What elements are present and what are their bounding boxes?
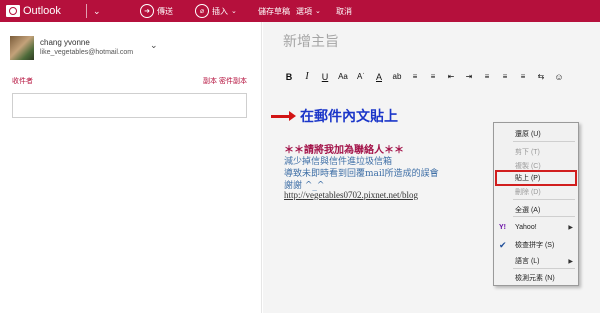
to-input[interactable] <box>12 93 247 118</box>
to-label[interactable]: 收件者 <box>12 76 33 86</box>
menu-item-label: 檢查拼字 (S) <box>515 242 555 249</box>
submenu-arrow-icon: ▶ <box>568 258 573 265</box>
account-name: chang yvonne <box>40 38 90 47</box>
cancel-button[interactable]: 取消 <box>336 0 352 22</box>
menu-item-label: 複製 (C) <box>515 163 541 170</box>
font-size-button[interactable]: Aa <box>334 70 352 84</box>
highlight-button[interactable]: ab <box>388 70 406 84</box>
save-draft-button[interactable]: 儲存草稿 <box>258 0 290 22</box>
menu-item-cut[interactable]: 剪下 (T) <box>494 145 578 159</box>
account-email: like_vegetables@hotmail.com <box>40 49 134 56</box>
app-brand[interactable]: Outlook <box>23 0 61 22</box>
menu-item-label: 檢測元素 (N) <box>515 275 555 282</box>
arrow-shaft <box>271 114 289 118</box>
menu-item-label: 還原 (U) <box>515 131 541 138</box>
send-icon: ➜ <box>140 4 154 18</box>
menu-item-yahoo[interactable]: Yahoo! Y! ▶ <box>494 220 578 234</box>
recipient-pane: chang yvonne like_vegetables@hotmail.com… <box>0 22 262 313</box>
insert-label: 插入 <box>212 6 228 16</box>
numbering-button[interactable]: ≡ <box>424 70 442 84</box>
menu-item-label: 貼上 (P) <box>515 175 541 182</box>
menu-item-undo[interactable]: 還原 (U) <box>494 127 578 141</box>
avatar[interactable] <box>10 36 34 60</box>
align-left-button[interactable]: ≡ <box>478 70 496 84</box>
body-heading[interactable]: 在郵件內文貼上 <box>300 106 398 126</box>
text-direction-button[interactable]: ⇆ <box>532 70 550 84</box>
yahoo-icon: Y! <box>499 223 506 231</box>
insert-button[interactable]: ⌀ 插入 ⌄ <box>195 0 237 22</box>
underline-button[interactable]: U <box>316 70 334 84</box>
font-color-button[interactable]: A <box>370 70 388 84</box>
check-icon: ✔ <box>499 239 507 250</box>
bullets-button[interactable]: ≡ <box>406 70 424 84</box>
send-button[interactable]: ➜ 傳送 <box>140 0 173 22</box>
blog-link[interactable]: http://vegetables0702.pixnet.net/blog <box>284 190 418 200</box>
indent-button[interactable]: ⇥ <box>460 70 478 84</box>
submenu-arrow-icon: ▶ <box>568 224 573 231</box>
menu-item-inspect-element[interactable]: 檢測元素 (N) <box>494 271 578 285</box>
subject-input[interactable]: 新增主旨 <box>283 31 339 51</box>
outdent-button[interactable]: ⇤ <box>442 70 460 84</box>
account-switch-chevron-icon[interactable]: ⌄ <box>150 40 158 51</box>
body-annotation: 在郵件內文貼上 <box>271 106 398 126</box>
paperclip-icon: ⌀ <box>195 4 209 18</box>
menu-item-select-all[interactable]: 全選 (A) <box>494 203 578 217</box>
context-menu: 還原 (U) 剪下 (T) 複製 (C) 貼上 (P) 刪除 (D) 全選 (A) Yaho… <box>493 122 579 286</box>
top-bar: Outlook ⌄ ➜ 傳送 ⌀ 插入 ⌄ 儲存草稿 選項 ⌄ 取消 <box>0 0 600 22</box>
menu-item-label: 語言 (L) <box>515 258 540 265</box>
menu-divider <box>513 268 575 269</box>
outlook-logo-icon <box>6 5 20 17</box>
align-center-button[interactable]: ≡ <box>496 70 514 84</box>
font-size-grow-button[interactable]: A˙ <box>352 70 370 84</box>
menu-item-paste[interactable]: 貼上 (P) <box>495 170 577 186</box>
menu-item-label: 剪下 (T) <box>515 149 540 156</box>
options-label: 選項 <box>296 6 312 16</box>
align-right-button[interactable]: ≡ <box>514 70 532 84</box>
menu-item-label: 全選 (A) <box>515 207 541 214</box>
menu-divider <box>513 199 575 200</box>
chevron-down-icon[interactable]: ⌄ <box>93 0 101 22</box>
arrow-right-icon <box>289 111 296 121</box>
options-button[interactable]: 選項 ⌄ <box>296 0 321 22</box>
menu-item-language[interactable]: 語言 (L) ▶ <box>494 254 578 268</box>
menu-divider <box>513 216 575 217</box>
bold-button[interactable]: B <box>280 70 298 84</box>
send-label: 傳送 <box>157 6 173 16</box>
menu-divider <box>513 141 575 142</box>
menu-item-label: 刪除 (D) <box>515 189 541 196</box>
chevron-down-icon: ⌄ <box>231 8 237 15</box>
format-toolbar: B I U Aa A˙ Aab ≡ ≡ ⇤ ⇥ ≡ ≡ ≡ ⇆ ☺ <box>280 70 568 84</box>
italic-button[interactable]: I <box>298 70 316 84</box>
divider <box>86 4 87 18</box>
menu-item-label: Yahoo! <box>515 223 537 231</box>
menu-item-spellcheck[interactable]: 檢查拼字 (S) ✔ <box>494 238 578 252</box>
chevron-down-icon: ⌄ <box>315 8 321 15</box>
cc-bcc-link[interactable]: 副本 密件副本 <box>203 76 247 86</box>
emoji-button[interactable]: ☺ <box>550 70 568 84</box>
menu-item-delete[interactable]: 刪除 (D) <box>494 185 578 199</box>
